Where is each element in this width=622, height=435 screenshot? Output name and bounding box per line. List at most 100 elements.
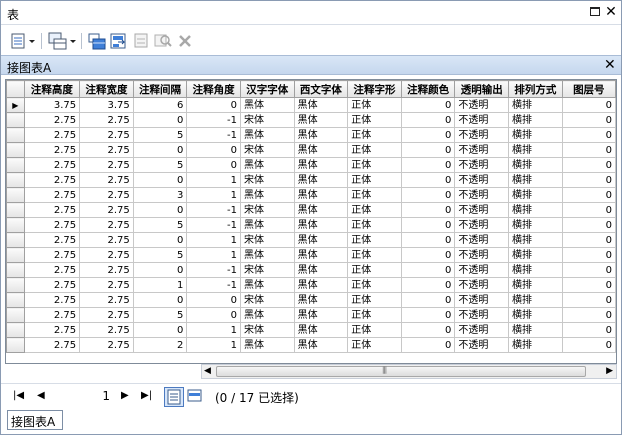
table-cell[interactable]: 0 [186,97,241,113]
column-header[interactable]: 汉字字体 [239,80,295,98]
table-row[interactable]: 2.75 2.75 5 -1 黑体 黑体 正体 0 不透明 横排 0 [6,127,616,143]
table-cell[interactable]: 0 [132,292,188,308]
table-cell[interactable]: 2.75 [79,247,134,263]
table-cell[interactable]: 正体 [347,112,402,128]
table-cell[interactable]: 横排 [508,232,563,248]
row-selector[interactable]: ▶ [6,97,25,113]
column-header[interactable]: 注释字形 [347,80,402,98]
table-cell[interactable]: 宋体 [239,172,295,188]
close-tab-button[interactable]: ✕ [604,57,616,73]
row-selector[interactable] [6,232,25,248]
table-cell[interactable]: 横排 [508,292,563,308]
table-cell[interactable]: 黑体 [239,277,295,293]
table-cell[interactable]: 宋体 [239,202,295,218]
table-cell[interactable]: 宋体 [239,292,295,308]
zoom-to-selected-button[interactable] [153,31,173,51]
table-row[interactable]: 2.75 2.75 1 -1 黑体 黑体 正体 0 不透明 横排 0 [6,277,616,293]
table-cell[interactable]: 0 [400,322,456,338]
next-record-button[interactable]: ▶ [121,390,129,401]
table-cell[interactable]: 2.75 [79,337,134,353]
row-selector[interactable] [6,127,25,143]
switch-selection-button[interactable] [109,31,129,51]
table-cell[interactable]: 0 [561,337,616,353]
table-cell[interactable]: 横排 [508,172,563,188]
table-cell[interactable]: 不透明 [454,337,510,353]
show-all-records-button[interactable] [164,387,184,407]
table-cell[interactable]: 正体 [347,187,402,203]
table-cell[interactable]: 正体 [347,322,402,338]
table-cell[interactable]: 不透明 [454,127,510,143]
table-cell[interactable]: 黑体 [293,322,349,338]
table-cell[interactable]: 黑体 [293,262,349,278]
close-window-button[interactable]: ✕ [604,5,618,19]
table-cell[interactable]: 不透明 [454,322,510,338]
table-cell[interactable]: 1 [186,337,241,353]
table-cell[interactable]: 1 [186,232,241,248]
table-cell[interactable]: 2.75 [23,322,81,338]
column-header[interactable]: 西文字体 [293,80,349,98]
table-cell[interactable]: 黑体 [293,172,349,188]
table-cell[interactable]: 2.75 [23,262,81,278]
table-cell[interactable]: 2.75 [23,172,81,188]
table-cell[interactable]: 正体 [347,172,402,188]
table-cell[interactable]: 2.75 [23,202,81,218]
table-cell[interactable]: 正体 [347,217,402,233]
row-selector[interactable] [6,217,25,233]
table-cell[interactable]: 0 [186,307,241,323]
table-cell[interactable]: 0 [400,292,456,308]
table-cell[interactable]: 黑体 [239,127,295,143]
table-cell[interactable]: 0 [400,172,456,188]
table-cell[interactable]: 2.75 [79,307,134,323]
table-cell[interactable]: 横排 [508,127,563,143]
table-cell[interactable]: 0 [561,187,616,203]
table-cell[interactable]: 3.75 [23,97,81,113]
table-cell[interactable]: 0 [561,202,616,218]
table-cell[interactable]: 0 [561,307,616,323]
table-cell[interactable]: 0 [561,292,616,308]
row-selector[interactable] [6,247,25,263]
table-row[interactable]: 2.75 2.75 0 1 宋体 黑体 正体 0 不透明 横排 0 [6,322,616,338]
table-cell[interactable]: 0 [400,337,456,353]
table-cell[interactable]: 黑体 [293,277,349,293]
row-selector[interactable] [6,142,25,158]
table-cell[interactable]: 0 [561,217,616,233]
table-row[interactable]: 2.75 2.75 0 1 宋体 黑体 正体 0 不透明 横排 0 [6,232,616,248]
current-record-field[interactable]: 1 [57,388,113,405]
table-cell[interactable]: 0 [400,217,456,233]
row-selector[interactable] [6,277,25,293]
table-cell[interactable]: 2.75 [23,187,81,203]
table-cell[interactable]: 横排 [508,112,563,128]
table-row[interactable]: 2.75 2.75 0 1 宋体 黑体 正体 0 不透明 横排 0 [6,172,616,188]
table-cell[interactable]: -1 [186,127,241,143]
table-cell[interactable]: 横排 [508,322,563,338]
table-cell[interactable]: 黑体 [293,97,349,113]
table-cell[interactable]: 0 [132,142,188,158]
table-row[interactable]: 2.75 2.75 0 -1 宋体 黑体 正体 0 不透明 横排 0 [6,262,616,278]
row-selector[interactable] [6,262,25,278]
table-cell[interactable]: 横排 [508,202,563,218]
column-header[interactable]: 注释颜色 [400,80,456,98]
table-cell[interactable]: 黑体 [239,187,295,203]
table-cell[interactable]: 横排 [508,277,563,293]
table-cell[interactable]: 0 [561,322,616,338]
table-tab-bottom[interactable]: 接图表A [7,410,63,430]
table-cell[interactable]: 宋体 [239,142,295,158]
column-header[interactable]: 注释高度 [23,80,81,98]
table-cell[interactable]: 2.75 [79,112,134,128]
maximize-button[interactable] [588,5,602,19]
table-cell[interactable]: 0 [132,262,188,278]
table-cell[interactable]: 正体 [347,307,402,323]
table-cell[interactable]: 不透明 [454,187,510,203]
table-cell[interactable]: 0 [132,112,188,128]
table-cell[interactable]: 黑体 [293,337,349,353]
row-selector[interactable] [6,292,25,308]
table-cell[interactable]: 5 [132,157,188,173]
table-cell[interactable]: 不透明 [454,307,510,323]
row-selector[interactable] [6,337,25,353]
table-cell[interactable]: 横排 [508,247,563,263]
table-row[interactable]: 2.75 2.75 5 -1 黑体 黑体 正体 0 不透明 横排 0 [6,217,616,233]
table-row[interactable]: 2.75 2.75 5 0 黑体 黑体 正体 0 不透明 横排 0 [6,307,616,323]
table-row[interactable]: 2.75 2.75 0 -1 宋体 黑体 正体 0 不透明 横排 0 [6,202,616,218]
table-cell[interactable]: 2.75 [23,247,81,263]
table-cell[interactable]: 2.75 [23,112,81,128]
